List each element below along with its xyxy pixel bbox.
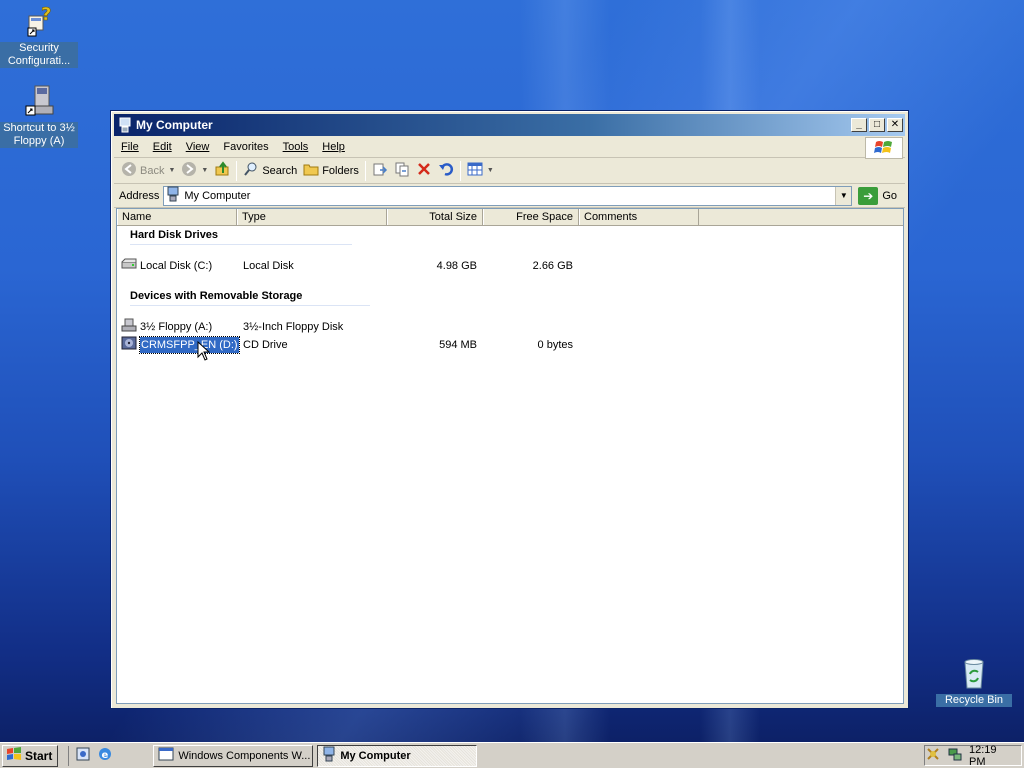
clock[interactable]: 12:19 PM bbox=[969, 744, 1015, 768]
delete-button[interactable] bbox=[413, 160, 435, 182]
minimize-button[interactable]: _ bbox=[851, 118, 867, 132]
system-tray: 12:19 PM bbox=[924, 744, 1022, 768]
svg-text:e: e bbox=[102, 750, 109, 761]
quick-launch: e bbox=[68, 745, 113, 766]
folders-button[interactable]: Folders bbox=[300, 160, 362, 182]
item-type: 3½-Inch Floppy Disk bbox=[243, 321, 344, 333]
forward-arrow-icon bbox=[181, 161, 197, 180]
computer-icon bbox=[118, 117, 132, 133]
item-free-space: 2.66 GB bbox=[532, 260, 573, 272]
undo-button[interactable] bbox=[435, 160, 457, 182]
forward-button[interactable]: ▼ bbox=[178, 160, 211, 182]
column-header-total-size[interactable]: Total Size bbox=[387, 209, 483, 225]
item-free-space: 0 bytes bbox=[537, 339, 573, 351]
folder-icon bbox=[303, 161, 319, 180]
up-folder-button[interactable] bbox=[211, 160, 233, 182]
window-title: My Computer bbox=[136, 118, 213, 132]
desktop-icon-security-config[interactable]: ? Security Configurati... bbox=[0, 4, 78, 68]
address-dropdown-chevron-icon[interactable]: ▼ bbox=[835, 186, 852, 205]
copy-to-button[interactable] bbox=[391, 160, 413, 182]
standard-toolbar: Back ▼ ▼ Search Folders ▼ bbox=[114, 158, 905, 184]
delete-x-icon bbox=[416, 161, 432, 180]
cd-drive-icon bbox=[121, 335, 137, 356]
chevron-down-icon[interactable]: ▼ bbox=[168, 167, 175, 174]
menu-file[interactable]: File bbox=[114, 141, 146, 153]
computer-icon bbox=[166, 186, 180, 205]
search-icon bbox=[243, 161, 259, 180]
go-button[interactable]: ➔ Go bbox=[858, 186, 897, 205]
list-item[interactable]: 3½ Floppy (A:) 3½-Inch Floppy Disk bbox=[121, 318, 591, 335]
column-header-free-space[interactable]: Free Space bbox=[483, 209, 579, 225]
address-input[interactable]: My Computer ▼ bbox=[163, 185, 853, 206]
hard-disk-icon bbox=[121, 258, 137, 275]
mouse-cursor-icon bbox=[197, 340, 211, 364]
move-to-icon bbox=[372, 161, 388, 180]
server-manager-icon[interactable] bbox=[75, 746, 91, 765]
address-label: Address bbox=[119, 189, 160, 202]
menu-favorites[interactable]: Favorites bbox=[216, 141, 275, 153]
views-button[interactable]: ▼ bbox=[464, 160, 497, 182]
desktop-icon-label: Security Configurati... bbox=[0, 42, 78, 68]
toolbar-separator bbox=[236, 160, 238, 181]
file-list-view[interactable]: Name Type Total Size Free Space Comments… bbox=[116, 208, 904, 704]
back-button[interactable]: Back ▼ bbox=[118, 160, 178, 182]
column-header-comments[interactable]: Comments bbox=[579, 209, 699, 225]
taskbar-button-windows-components[interactable]: Windows Components W... bbox=[153, 744, 314, 767]
maximize-button[interactable]: □ bbox=[869, 118, 885, 132]
recycle-bin-icon bbox=[956, 656, 992, 690]
tray-security-icon[interactable] bbox=[925, 746, 941, 765]
list-item[interactable]: CRMSFPP_EN (D:) CD Drive 594 MB 0 bytes bbox=[121, 335, 591, 356]
copy-to-icon bbox=[394, 161, 410, 180]
back-arrow-icon bbox=[121, 161, 137, 180]
desktop-icon-recycle-bin[interactable]: Recycle Bin bbox=[936, 656, 1012, 707]
item-type: CD Drive bbox=[243, 339, 288, 351]
taskbar-button-my-computer[interactable]: My Computer bbox=[317, 744, 478, 767]
security-config-icon: ? bbox=[21, 4, 57, 38]
list-item[interactable]: Local Disk (C:) Local Disk 4.98 GB 2.66 … bbox=[121, 258, 591, 274]
computer-icon bbox=[322, 746, 336, 765]
column-headers: Name Type Total Size Free Space Comments bbox=[117, 209, 903, 226]
wizard-icon bbox=[158, 746, 174, 765]
address-bar: Address My Computer ▼ ➔ Go bbox=[114, 184, 905, 208]
group-header-removable-storage: Devices with Removable Storage bbox=[130, 290, 370, 306]
menu-bar: File Edit View Favorites Tools Help bbox=[114, 136, 905, 159]
menu-view[interactable]: View bbox=[179, 141, 217, 153]
start-button[interactable]: Start bbox=[2, 744, 59, 767]
windows-logo-icon bbox=[865, 137, 903, 159]
window-titlebar[interactable]: My Computer _ □ ✕ bbox=[114, 114, 905, 136]
column-header-type[interactable]: Type bbox=[237, 209, 387, 225]
windows-flag-icon bbox=[6, 747, 22, 764]
menu-help[interactable]: Help bbox=[315, 141, 352, 153]
folder-up-icon bbox=[214, 161, 230, 180]
menu-tools[interactable]: Tools bbox=[276, 141, 316, 153]
item-type: Local Disk bbox=[243, 260, 294, 272]
item-name: Local Disk (C:) bbox=[140, 260, 213, 272]
go-arrow-icon: ➔ bbox=[858, 186, 879, 205]
undo-icon bbox=[438, 161, 454, 180]
desktop-icon-label: Recycle Bin bbox=[936, 694, 1012, 707]
internet-explorer-icon[interactable]: e bbox=[97, 746, 113, 765]
column-header-name[interactable]: Name bbox=[117, 209, 237, 225]
chevron-down-icon[interactable]: ▼ bbox=[201, 167, 208, 174]
menu-edit[interactable]: Edit bbox=[146, 141, 179, 153]
search-button[interactable]: Search bbox=[240, 160, 300, 182]
floppy-drive-icon bbox=[21, 84, 57, 118]
item-name: CRMSFPP_EN (D:) bbox=[139, 336, 240, 354]
desktop-icon-floppy-shortcut[interactable]: Shortcut to 3½ Floppy (A) bbox=[0, 84, 78, 148]
desktop-icon-label: Shortcut to 3½ Floppy (A) bbox=[0, 122, 78, 148]
my-computer-window: My Computer _ □ ✕ File Edit View Favorit… bbox=[110, 110, 909, 709]
toolbar-separator bbox=[364, 160, 366, 181]
close-button[interactable]: ✕ bbox=[887, 118, 903, 132]
move-to-button[interactable] bbox=[369, 160, 391, 182]
tray-network-icon[interactable] bbox=[947, 746, 963, 765]
views-grid-icon bbox=[467, 161, 483, 180]
taskbar: Start e Windows Components W... My Compu… bbox=[0, 742, 1024, 768]
svg-text:?: ? bbox=[41, 4, 51, 25]
toolbar-separator bbox=[459, 160, 461, 181]
item-total-size: 4.98 GB bbox=[436, 260, 477, 272]
chevron-down-icon: ▼ bbox=[486, 167, 494, 174]
item-name: 3½ Floppy (A:) bbox=[140, 321, 213, 333]
item-total-size: 594 MB bbox=[439, 339, 477, 351]
group-header-hard-disk-drives: Hard Disk Drives bbox=[130, 229, 352, 245]
